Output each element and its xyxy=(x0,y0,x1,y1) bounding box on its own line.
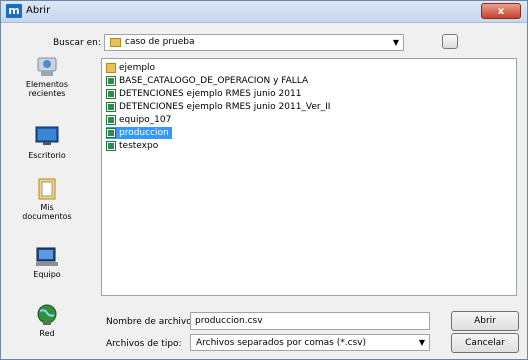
spreadsheet-file-icon xyxy=(106,115,116,125)
file-name: testexpo xyxy=(119,141,159,151)
close-button[interactable]: x xyxy=(481,3,521,19)
open-file-dialog: m Abrir x Buscar en: caso de prueba ▼ El… xyxy=(0,0,528,360)
recent-places-icon xyxy=(37,57,57,76)
lookin-label: Buscar en: xyxy=(53,38,101,48)
file-name: ejemplo xyxy=(119,63,156,73)
spreadsheet-file-icon xyxy=(106,141,116,151)
filename-input[interactable]: produccion.csv xyxy=(190,312,430,330)
lookin-value: caso de prueba xyxy=(125,37,195,47)
filetype-label: Archivos de tipo: xyxy=(106,339,182,349)
view-menu-button[interactable] xyxy=(442,34,458,49)
dialog-title: Abrir xyxy=(26,5,51,16)
filetype-value: Archivos separados por comas (*.csv) xyxy=(196,338,367,348)
spreadsheet-file-icon xyxy=(106,89,116,99)
file-list-item[interactable]: ejemplo xyxy=(106,62,155,74)
file-name: equipo_107 xyxy=(119,115,172,125)
spreadsheet-file-icon xyxy=(106,102,116,112)
chevron-down-icon: ▼ xyxy=(392,38,399,47)
place-desktop-label: Escritorio xyxy=(28,151,66,160)
filename-label: Nombre de archivo: xyxy=(106,317,195,327)
place-computer[interactable]: Equipo xyxy=(5,246,89,279)
spreadsheet-file-icon xyxy=(106,128,116,138)
file-list-item[interactable]: DETENCIONES ejemplo RMES junio 2011_Ver_… xyxy=(106,101,330,113)
folder-icon xyxy=(110,38,121,47)
documents-icon xyxy=(38,178,56,200)
app-icon: m xyxy=(6,4,22,18)
file-name: DETENCIONES ejemplo RMES junio 2011 xyxy=(119,89,302,99)
place-recent-label: Elementos recientes xyxy=(25,80,69,98)
cancel-button[interactable]: Cancelar xyxy=(451,333,519,353)
computer-icon xyxy=(36,247,58,266)
file-list-item[interactable]: DETENCIONES ejemplo RMES junio 2011 xyxy=(106,88,301,100)
place-documents[interactable]: Mis documentos xyxy=(5,177,89,221)
file-list-item[interactable]: produccion xyxy=(106,127,172,139)
desktop-icon xyxy=(35,126,59,145)
place-desktop[interactable]: Escritorio xyxy=(5,125,89,160)
folder-icon xyxy=(106,63,116,73)
place-network-label: Red xyxy=(39,329,55,338)
place-recent[interactable]: Elementos recientes xyxy=(5,56,89,98)
file-list-item[interactable]: equipo_107 xyxy=(106,114,171,126)
place-network[interactable]: Red xyxy=(5,303,89,338)
title-bar: m Abrir x xyxy=(1,1,527,23)
file-list-item[interactable]: testexpo xyxy=(106,140,158,152)
spreadsheet-file-icon xyxy=(106,76,116,86)
open-button[interactable]: Abrir xyxy=(451,311,519,331)
network-globe-icon xyxy=(37,304,57,325)
file-name: BASE_CATALOGO_DE_OPERACION y FALLA xyxy=(119,76,309,86)
place-documents-label: Mis documentos xyxy=(22,203,72,221)
file-list-item[interactable]: BASE_CATALOGO_DE_OPERACION y FALLA xyxy=(106,75,308,87)
file-list[interactable]: ejemplo BASE_CATALOGO_DE_OPERACION y FALL… xyxy=(101,58,517,296)
filetype-combobox[interactable]: Archivos separados por comas (*.csv) ▼ xyxy=(190,334,430,351)
file-name: DETENCIONES ejemplo RMES junio 2011_Ver_… xyxy=(119,102,331,112)
chevron-down-icon: ▼ xyxy=(418,338,425,347)
lookin-combobox[interactable]: caso de prueba ▼ xyxy=(104,34,404,51)
places-bar: Elementos recientes Escritorio Mis docum… xyxy=(5,51,89,351)
place-computer-label: Equipo xyxy=(33,270,61,279)
file-name: produccion xyxy=(119,128,169,138)
